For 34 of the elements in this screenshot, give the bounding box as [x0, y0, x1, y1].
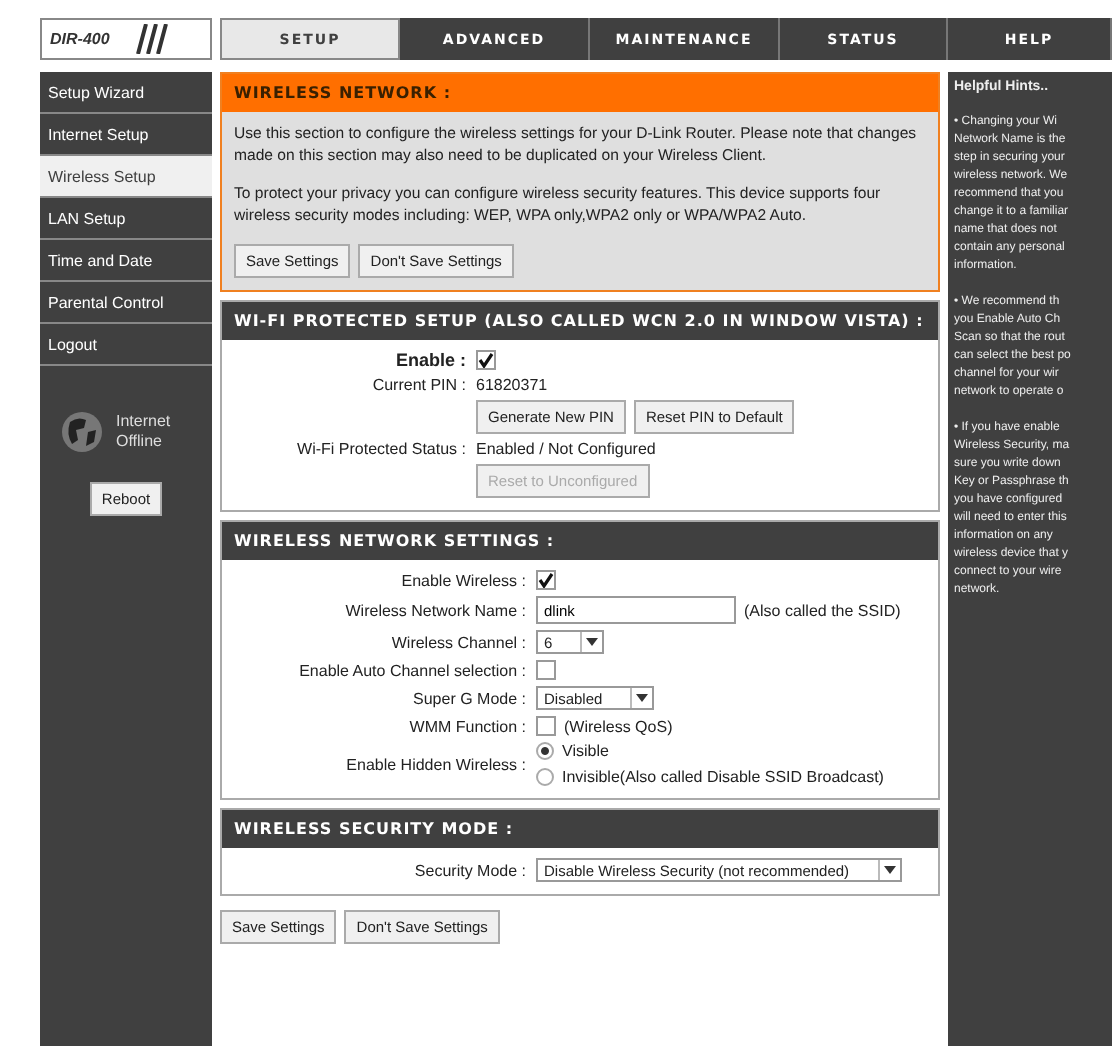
field-value: Enabled / Not Configured	[476, 440, 656, 458]
field-note: (Wireless QoS)	[564, 717, 673, 735]
caret-icon	[883, 866, 896, 874]
caret-icon	[636, 694, 649, 702]
field-label: Wi-Fi Protected Status :	[295, 440, 466, 458]
checkbox[interactable]	[536, 716, 556, 736]
model-name: DIR-400	[50, 30, 110, 48]
field-label: WMM Function :	[407, 717, 526, 735]
section-header: WIRELESS NETWORK :	[222, 74, 938, 112]
radio-label: Invisible(Also called Disable SSID Broadcast)	[562, 768, 884, 786]
field-label: Security Mode :	[412, 861, 526, 879]
section-header: WIRELESS NETWORK SETTINGS :	[222, 522, 938, 560]
connection-status: Internet Offline	[116, 412, 171, 452]
field-note: (Also called the SSID)	[744, 601, 901, 619]
sidebar-item[interactable]: Wireless Setup	[40, 156, 212, 198]
globe-icon	[60, 410, 104, 454]
checkbox[interactable]	[476, 350, 496, 370]
checkbox[interactable]	[536, 660, 556, 680]
field-label: Enable Hidden Wireless :	[344, 755, 526, 773]
radio-button[interactable]	[536, 768, 554, 786]
field-label: Enable :	[393, 350, 466, 370]
caret-icon	[586, 638, 599, 646]
checkbox[interactable]	[536, 570, 556, 590]
radio-button[interactable]	[536, 742, 554, 760]
field-label: Super G Mode :	[411, 689, 526, 707]
field-label: Current PIN :	[370, 376, 466, 394]
field-label: Enable Wireless :	[399, 571, 526, 589]
section-header: WIRELESS SECURITY MODE :	[222, 810, 938, 848]
field-value: 61820371	[476, 376, 548, 394]
field-label: Enable Auto Channel selection :	[297, 661, 526, 679]
field-label: Wireless Network Name :	[343, 601, 526, 619]
radio-label: Visible	[562, 742, 609, 760]
section-header: WI-FI PROTECTED SETUP (ALSO CALLED WCN 2.0 IN WINDOW VISTA) :	[222, 302, 938, 340]
field-label: Wireless Channel :	[389, 633, 526, 651]
